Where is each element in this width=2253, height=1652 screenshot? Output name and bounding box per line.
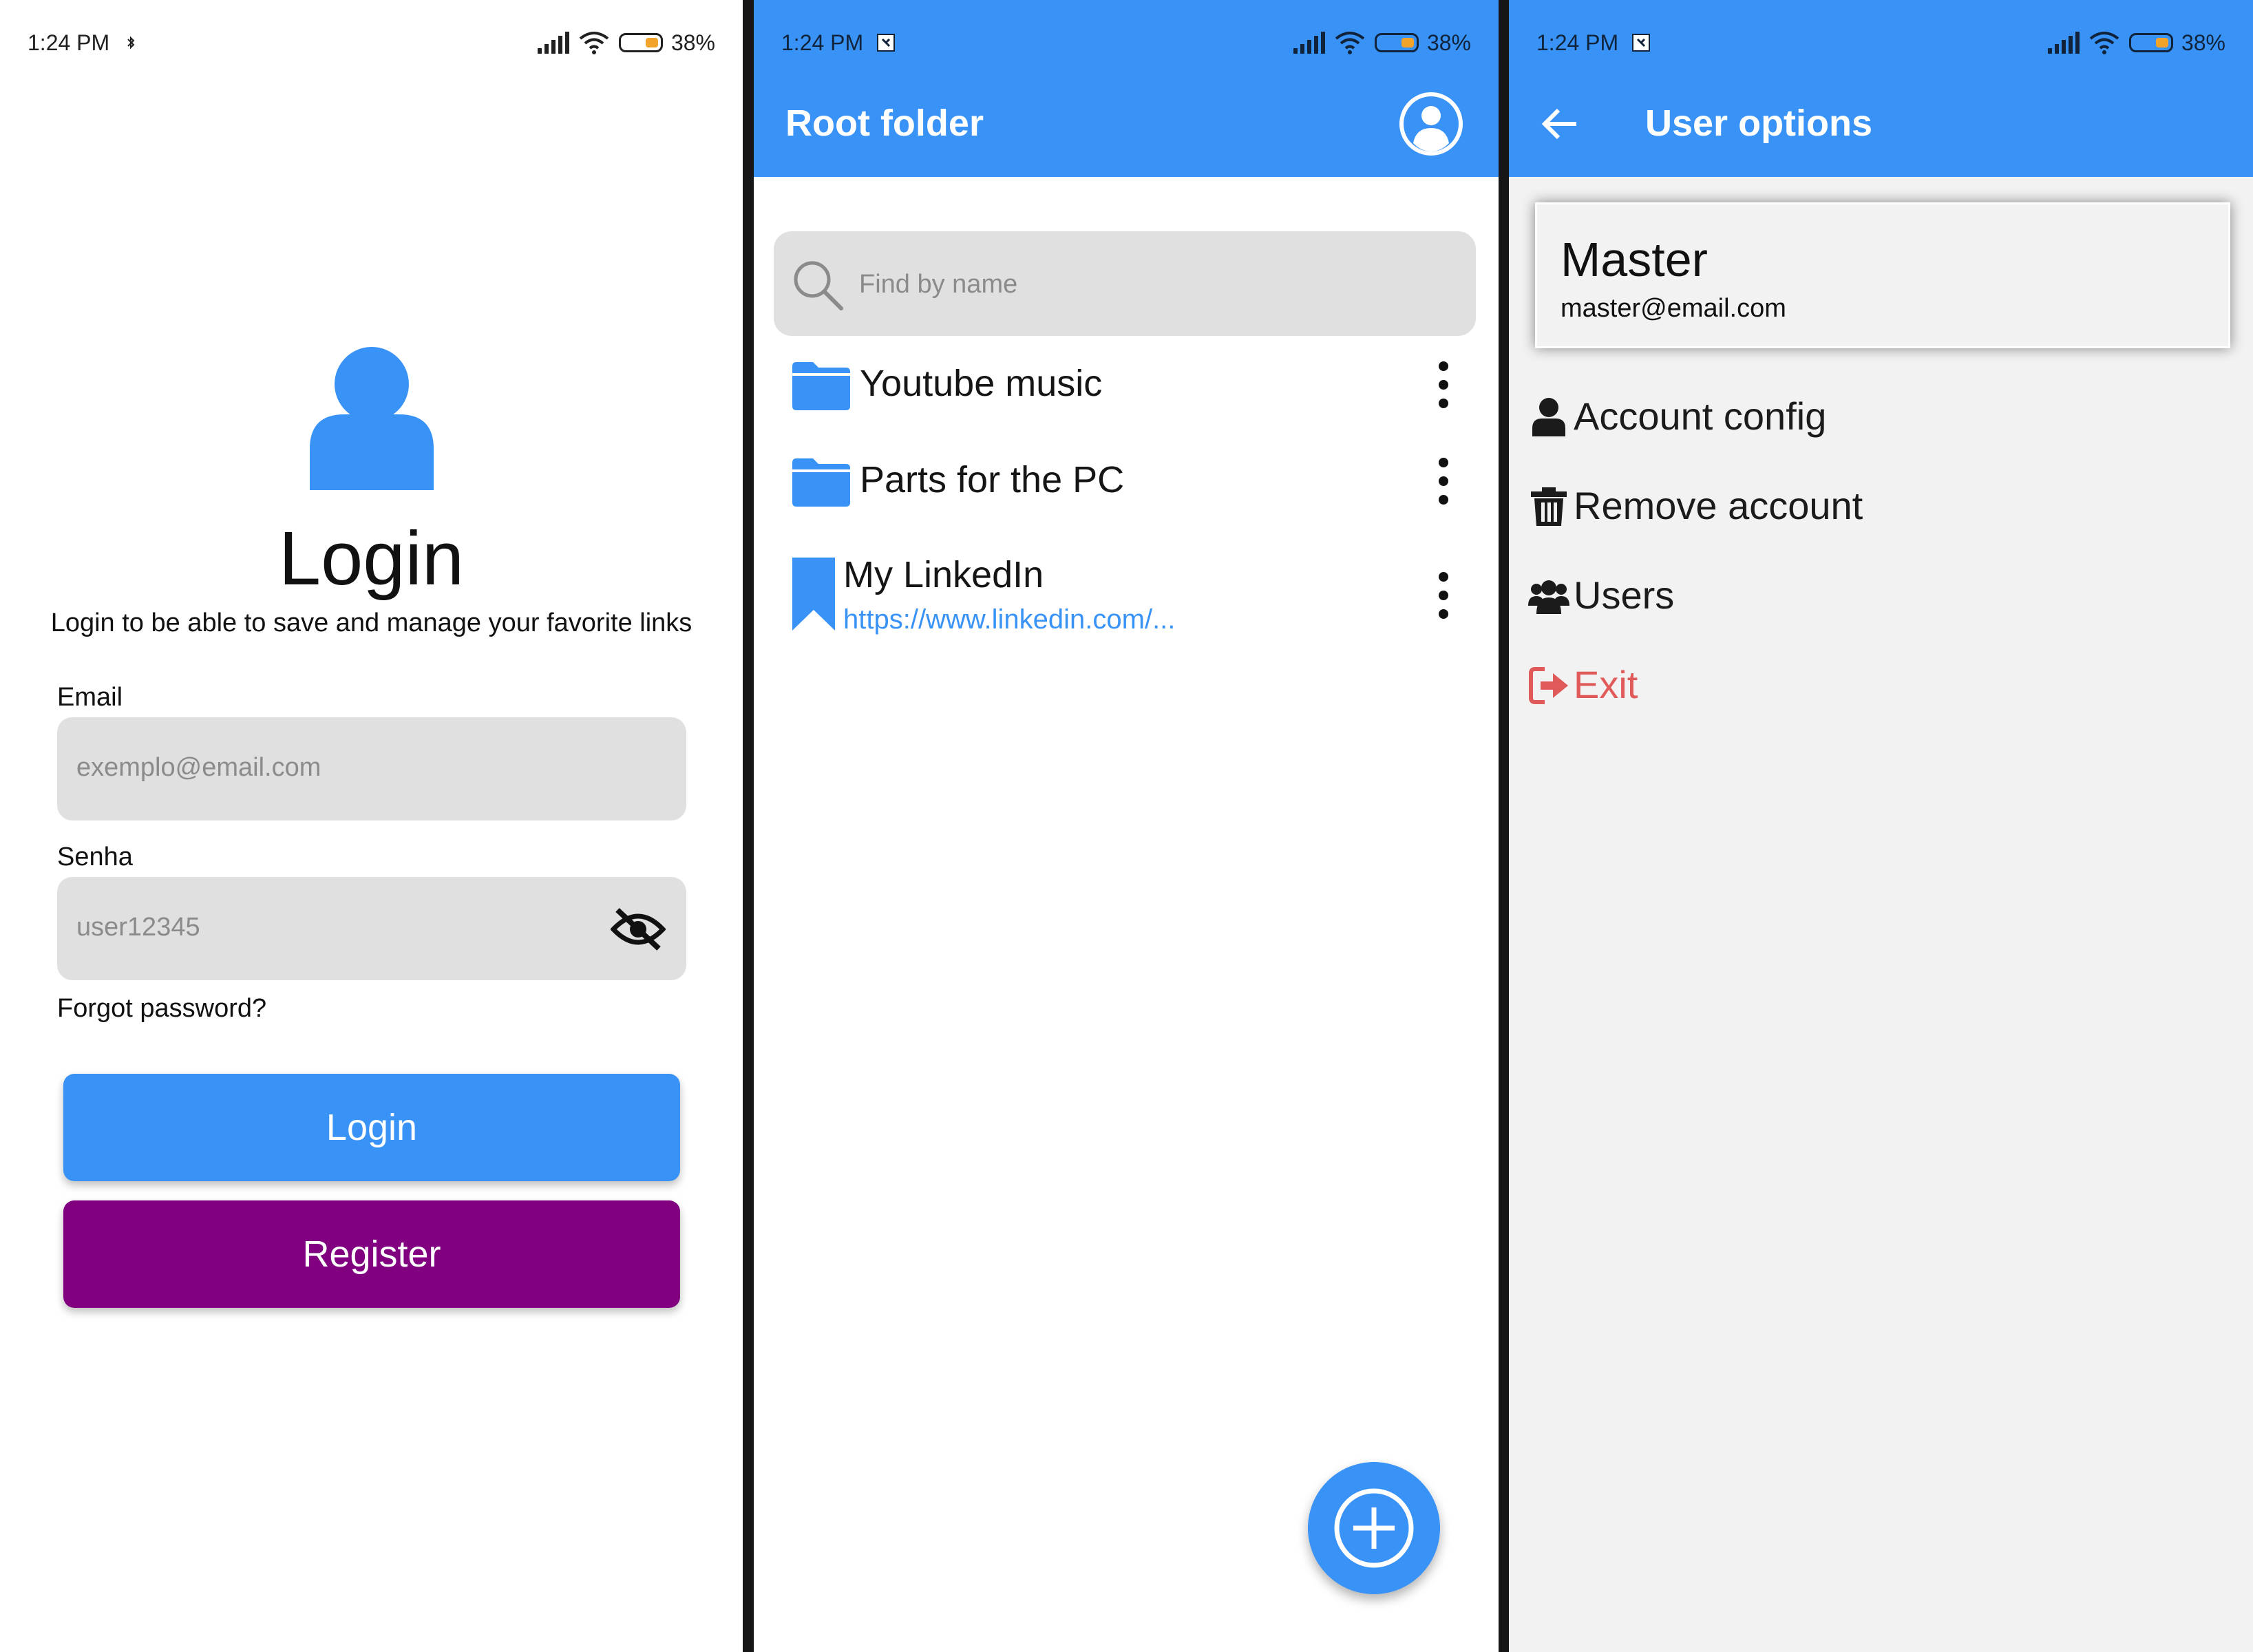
- status-time: 1:24 PM: [1536, 30, 1619, 55]
- eye-off-icon[interactable]: [611, 906, 666, 953]
- status-time: 1:24 PM: [781, 30, 864, 55]
- app-bar: 1:24 PM 38% Root folder: [754, 0, 1499, 177]
- back-arrow-icon[interactable]: [1539, 103, 1580, 145]
- menu-item-label: Exit: [1574, 663, 1638, 706]
- search-placeholder: Find by name: [859, 270, 1018, 299]
- menu-item-remove-account[interactable]: Remove account: [1528, 479, 1941, 534]
- wifi-icon: [579, 32, 609, 54]
- signal-icon: [2047, 32, 2080, 54]
- list-item-link[interactable]: My LinkedIn https://www.linkedin.com/...: [754, 551, 1499, 640]
- signal-icon: [1293, 32, 1325, 54]
- password-field[interactable]: user12345: [57, 877, 686, 980]
- password-label: Senha: [57, 843, 133, 871]
- login-screen: 1:24 PM 38% Login Login to be able to sa…: [0, 0, 743, 1652]
- battery-percent: 38%: [2181, 30, 2225, 55]
- root-folder-screen: 1:24 PM 38% Root folder Find by name You…: [754, 0, 1499, 1652]
- folder-icon: [792, 362, 850, 410]
- status-time: 1:24 PM: [28, 30, 110, 55]
- more-options-icon[interactable]: [1435, 457, 1452, 505]
- folder-icon: [792, 458, 850, 507]
- list-item-folder[interactable]: Parts for the PC: [754, 447, 1499, 516]
- bookmark-icon: [792, 558, 835, 631]
- signal-icon: [537, 32, 569, 54]
- item-name: Youtube music: [860, 363, 1103, 404]
- status-bar: 1:24 PM 38%: [754, 0, 1499, 89]
- trash-icon: [1531, 487, 1567, 526]
- email-label: Email: [57, 683, 123, 712]
- menu-item-label: Account config: [1574, 394, 1827, 438]
- menu-item-account-config[interactable]: Account config: [1528, 390, 1941, 445]
- notification-icon: [877, 34, 895, 52]
- sign-out-icon: [1529, 667, 1568, 704]
- search-input[interactable]: Find by name: [774, 231, 1476, 336]
- item-name: Parts for the PC: [860, 459, 1125, 500]
- user-avatar-icon: [310, 347, 434, 490]
- status-bar: 1:24 PM 38%: [0, 0, 743, 89]
- battery-percent: 38%: [1426, 30, 1471, 55]
- forgot-password-link[interactable]: Forgot password?: [57, 994, 266, 1024]
- wifi-icon: [2089, 32, 2119, 54]
- page-title: User options: [1645, 103, 1873, 144]
- battery-icon: [2128, 33, 2173, 52]
- login-button[interactable]: Login: [63, 1074, 680, 1181]
- menu-item-label: Remove account: [1574, 484, 1863, 527]
- battery-percent: 38%: [670, 30, 715, 55]
- status-bar: 1:24 PM 38%: [1509, 0, 2253, 89]
- menu-item-exit[interactable]: Exit: [1528, 658, 1804, 713]
- user-options-screen: 1:24 PM 38% User options Master master@e…: [1509, 0, 2253, 1652]
- page-title: Root folder: [785, 103, 984, 144]
- add-button[interactable]: [1308, 1462, 1440, 1594]
- plus-circle-icon: [1334, 1488, 1414, 1568]
- more-options-icon[interactable]: [1435, 571, 1452, 620]
- battery-icon: [1374, 33, 1419, 52]
- page-title: Login: [278, 516, 465, 601]
- bluetooth-icon: [127, 36, 135, 50]
- wifi-icon: [1335, 32, 1365, 54]
- register-button[interactable]: Register: [63, 1200, 680, 1308]
- password-value: user12345: [76, 913, 200, 942]
- user-card: Master master@email.com: [1535, 202, 2230, 348]
- notification-icon: [1632, 34, 1650, 52]
- users-icon: [1528, 580, 1569, 614]
- profile-icon[interactable]: [1398, 91, 1464, 157]
- page-subtitle: Login to be able to save and manage your…: [50, 608, 692, 637]
- menu-item-users[interactable]: Users: [1528, 569, 1941, 624]
- item-name: My LinkedIn: [843, 554, 1044, 595]
- search-icon: [794, 261, 843, 310]
- user-name: Master: [1561, 233, 1708, 286]
- email-field[interactable]: exemplo@email.com: [57, 717, 686, 820]
- user-email: master@email.com: [1561, 294, 1786, 323]
- user-icon: [1532, 398, 1565, 436]
- menu-item-label: Users: [1574, 573, 1675, 617]
- app-bar: 1:24 PM 38% User options: [1509, 0, 2253, 177]
- item-url[interactable]: https://www.linkedin.com/...: [843, 604, 1175, 635]
- email-placeholder: exemplo@email.com: [76, 753, 321, 782]
- list-item-folder[interactable]: Youtube music: [754, 351, 1499, 420]
- battery-icon: [618, 33, 663, 52]
- more-options-icon[interactable]: [1435, 361, 1452, 409]
